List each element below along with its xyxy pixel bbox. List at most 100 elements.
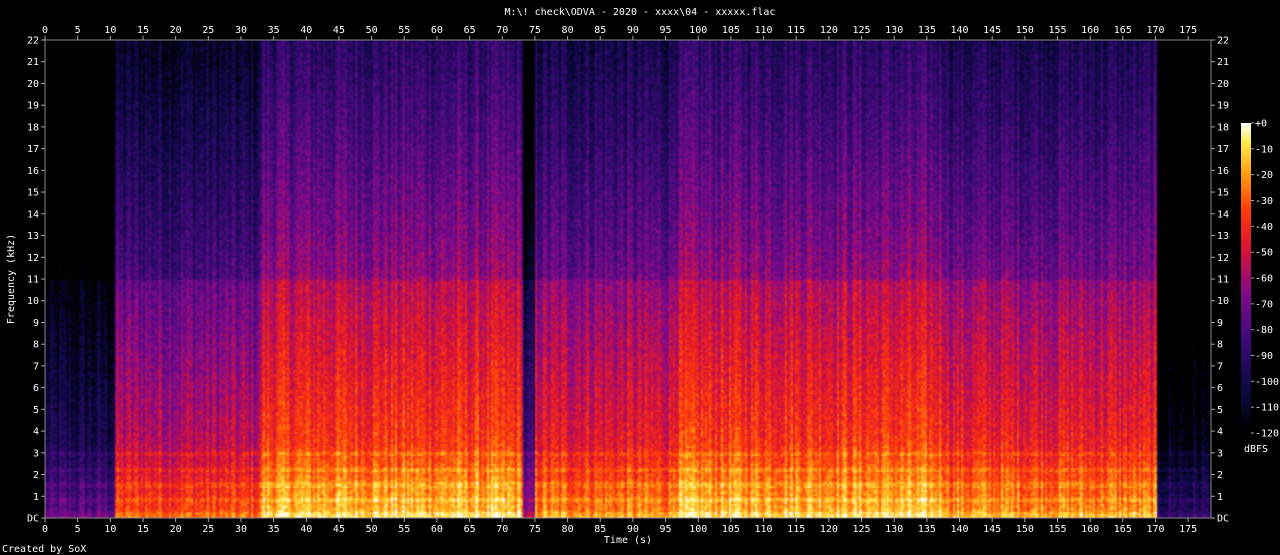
x-tick-label-bottom: 125 [852, 524, 870, 535]
x-tick-label-top: 50 [366, 25, 378, 36]
x-tick-label-top: 135 [918, 25, 936, 36]
colorbar [1241, 123, 1251, 433]
x-tick-label-top: 85 [594, 25, 606, 36]
y-tick-label-left: 10 [27, 296, 39, 307]
y-tick-label-left: 6 [33, 383, 39, 394]
x-tick-label-top: 145 [983, 25, 1001, 36]
y-tick-label-right: 13 [1217, 231, 1229, 242]
x-tick-label-top: 45 [333, 25, 345, 36]
x-tick-label-bottom: 175 [1179, 524, 1197, 535]
x-tick-label-bottom: 20 [170, 524, 182, 535]
colorbar-tick-label: -100 [1255, 377, 1279, 388]
x-tick-label-top: 105 [722, 25, 740, 36]
y-tick-label-left: 8 [33, 340, 39, 351]
y-tick-label-right: 3 [1217, 448, 1223, 459]
y-tick-label-right: 19 [1217, 101, 1229, 112]
y-tick-label-left: 16 [27, 166, 39, 177]
x-tick-label-bottom: 85 [594, 524, 606, 535]
x-tick-label-top: 110 [755, 25, 773, 36]
y-tick-label-left: 14 [27, 209, 39, 220]
y-axis-right: DC12345678910111213141516171819202122 [1211, 36, 1229, 525]
x-tick-label-top: 100 [689, 25, 707, 36]
x-tick-label-bottom: 45 [333, 524, 345, 535]
y-tick-label-right: 11 [1217, 275, 1229, 286]
x-tick-label-bottom: 170 [1146, 524, 1164, 535]
x-tick-label-top: 25 [202, 25, 214, 36]
x-tick-label-top: 35 [268, 25, 280, 36]
x-tick-label-bottom: 65 [464, 524, 476, 535]
x-tick-label-bottom: 80 [562, 524, 574, 535]
x-tick-label-bottom: 15 [137, 524, 149, 535]
x-tick-label-top: 65 [464, 25, 476, 36]
y-tick-label-right: 17 [1217, 144, 1229, 155]
y-tick-label-left: 9 [33, 318, 39, 329]
x-tick-label-bottom: 55 [398, 524, 410, 535]
colorbar-tick-label: -60 [1255, 274, 1273, 285]
y-tick-label-left: 12 [27, 253, 39, 264]
colorbar-tick-label: -90 [1255, 351, 1273, 362]
y-tick-label-left: 11 [27, 275, 39, 286]
x-tick-label-bottom: 120 [820, 524, 838, 535]
x-tick-label-top: 75 [529, 25, 541, 36]
x-tick-label-top: 175 [1179, 25, 1197, 36]
colorbar-axis: +0 -10 -20 -30 -40 -50 -60 -70 -80 -90 -100 -110 -12… [1251, 119, 1279, 440]
x-tick-label-bottom: 95 [660, 524, 672, 535]
x-tick-label-bottom: 145 [983, 524, 1001, 535]
x-tick-label-bottom: 150 [1016, 524, 1034, 535]
x-axis-bottom: 0 5 10 15 20 25 30 35 40 45 50 55 60 65 70 75 80 85 90 95 10… [42, 518, 1197, 535]
y-tick-label-left: 1 [33, 492, 39, 503]
y-tick-label-left: 13 [27, 231, 39, 242]
spectrogram-plot [45, 40, 1211, 518]
x-tick-label-top: 30 [235, 25, 247, 36]
x-tick-label-top: 60 [431, 25, 443, 36]
x-tick-label-top: 140 [950, 25, 968, 36]
x-tick-label-top: 150 [1016, 25, 1034, 36]
x-tick-label-top: 10 [104, 25, 116, 36]
x-axis-label: Time (s) [604, 535, 652, 546]
x-tick-label-top: 15 [137, 25, 149, 36]
y-axis-label: Frequency (kHz) [6, 234, 17, 324]
x-tick-label-bottom: 60 [431, 524, 443, 535]
colorbar-tick-label: -110 [1255, 403, 1279, 414]
y-tick-label-right: 12 [1217, 253, 1229, 264]
x-tick-label-bottom: 0 [42, 524, 48, 535]
x-tick-label-bottom: 115 [787, 524, 805, 535]
x-axis-top: 0 5 10 15 20 25 30 35 40 45 50 55 60 65 70 75 80 85 90 95 10… [42, 25, 1197, 40]
x-tick-label-bottom: 160 [1081, 524, 1099, 535]
x-tick-label-bottom: 70 [496, 524, 508, 535]
x-tick-label-top: 70 [496, 25, 508, 36]
x-tick-label-bottom: 30 [235, 524, 247, 535]
spectrogram-chart: M:\! check\ODVA - 2020 - xxxx\04 - xxxxx… [2, 7, 1279, 555]
x-tick-label-top: 0 [42, 25, 48, 36]
y-tick-label-right: 21 [1217, 57, 1229, 68]
colorbar-label: dBFS [1244, 444, 1268, 455]
x-tick-label-top: 155 [1048, 25, 1066, 36]
x-tick-label-top: 20 [170, 25, 182, 36]
x-tick-label-bottom: 50 [366, 524, 378, 535]
chart-title: M:\! check\ODVA - 2020 - xxxx\04 - xxxxx… [505, 7, 776, 18]
x-tick-label-top: 95 [660, 25, 672, 36]
x-tick-label-bottom: 25 [202, 524, 214, 535]
x-tick-label-bottom: 75 [529, 524, 541, 535]
x-tick-label-top: 5 [75, 25, 81, 36]
x-tick-label-bottom: 10 [104, 524, 116, 535]
y-tick-label-right: 2 [1217, 470, 1223, 481]
y-tick-label-right: 15 [1217, 188, 1229, 199]
x-tick-label-top: 130 [885, 25, 903, 36]
colorbar-tick-label: -50 [1255, 248, 1273, 259]
y-tick-label-right: 22 [1217, 36, 1229, 47]
x-tick-label-top: 120 [820, 25, 838, 36]
x-tick-label-top: 40 [300, 25, 312, 36]
x-tick-label-top: 80 [562, 25, 574, 36]
colorbar-tick-label: -30 [1255, 196, 1273, 207]
x-tick-label-top: 170 [1146, 25, 1164, 36]
x-tick-label-bottom: 100 [689, 524, 707, 535]
y-tick-label-right: 4 [1217, 427, 1223, 438]
y-tick-label-left: 3 [33, 448, 39, 459]
x-tick-label-top: 125 [852, 25, 870, 36]
x-tick-label-top: 115 [787, 25, 805, 36]
colorbar-tick-label: -70 [1255, 299, 1273, 310]
x-tick-label-top: 160 [1081, 25, 1099, 36]
y-tick-label-left: 4 [33, 427, 39, 438]
x-tick-label-top: 55 [398, 25, 410, 36]
